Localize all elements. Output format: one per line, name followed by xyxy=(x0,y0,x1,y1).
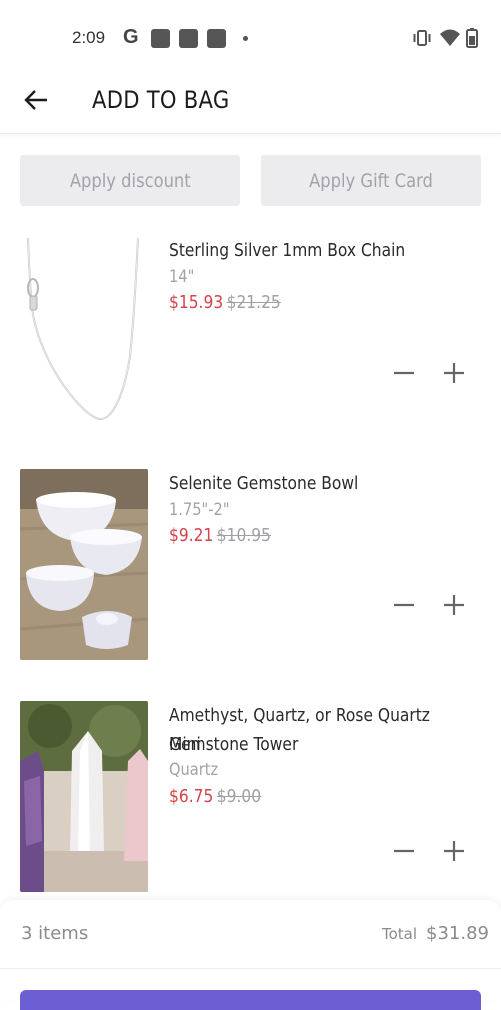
original-price: $21.25 xyxy=(226,292,281,313)
notification-icon xyxy=(151,29,170,48)
page-title: ADD TO BAG xyxy=(92,86,230,114)
plus-icon[interactable] xyxy=(441,360,467,386)
app-bar: ADD TO BAG xyxy=(0,78,501,134)
item-title: Sterling Silver 1mm Box Chain xyxy=(169,240,406,261)
notification-icon xyxy=(179,29,198,48)
back-arrow-icon[interactable] xyxy=(22,86,50,114)
notification-icon xyxy=(207,29,226,48)
more-notifications-dot xyxy=(243,36,248,41)
plus-icon[interactable] xyxy=(441,592,467,618)
sale-price: $15.93 xyxy=(169,292,224,313)
item-price: $9.21 $10.95 xyxy=(169,525,288,546)
sale-price: $6.75 xyxy=(169,786,214,807)
item-variant: 1.75"-2" xyxy=(169,500,230,520)
wifi-icon xyxy=(440,29,460,46)
total-value: $31.89 xyxy=(426,923,489,944)
apply-discount-label: Apply discount xyxy=(69,169,191,192)
chain-image xyxy=(27,237,139,420)
status-time: 2:09 xyxy=(72,28,106,47)
original-price: $9.00 xyxy=(216,786,262,807)
cart-item: Sterling Silver 1mm Box Chain 14" $15.93… xyxy=(0,236,501,436)
selenite-bowl-image xyxy=(20,469,148,660)
minus-icon[interactable] xyxy=(391,592,417,618)
item-title-line2: Gemstone Tower xyxy=(169,734,299,755)
product-image[interactable] xyxy=(20,469,148,660)
item-price: $6.75 $9.00 xyxy=(169,786,276,807)
item-title: Selenite Gemstone Bowl xyxy=(169,473,359,494)
divider xyxy=(0,968,501,969)
minus-icon[interactable] xyxy=(391,360,417,386)
minus-icon[interactable] xyxy=(391,838,417,864)
cart-item: Selenite Gemstone Bowl 1.75"-2" $9.21 $10… xyxy=(0,469,501,669)
gemstone-tower-image xyxy=(20,701,148,892)
original-price: $10.95 xyxy=(216,525,271,546)
item-price: $15.93 $21.25 xyxy=(169,292,299,313)
sale-price: $9.21 xyxy=(169,525,214,546)
battery-icon xyxy=(466,28,478,48)
items-count: 3 items xyxy=(21,923,89,944)
google-icon: G xyxy=(123,26,139,48)
status-bar: 2:09 G xyxy=(0,0,501,78)
cart-footer: 3 items Total $31.89 xyxy=(0,900,501,1010)
plus-icon[interactable] xyxy=(441,838,467,864)
item-variant: Quartz xyxy=(169,760,219,780)
apply-discount-button[interactable]: Apply discount xyxy=(20,155,240,206)
checkout-button[interactable] xyxy=(20,990,481,1010)
cart-item: Amethyst, Quartz, or Rose Quartz Mini Ge… xyxy=(0,701,501,901)
product-image[interactable] xyxy=(20,701,148,892)
item-variant: 14" xyxy=(169,267,195,287)
apply-gift-card-label: Apply Gift Card xyxy=(309,169,433,192)
vibrate-icon xyxy=(413,30,431,46)
total-label: Total xyxy=(382,925,418,943)
apply-gift-card-button[interactable]: Apply Gift Card xyxy=(261,155,481,206)
product-image[interactable] xyxy=(20,236,148,427)
